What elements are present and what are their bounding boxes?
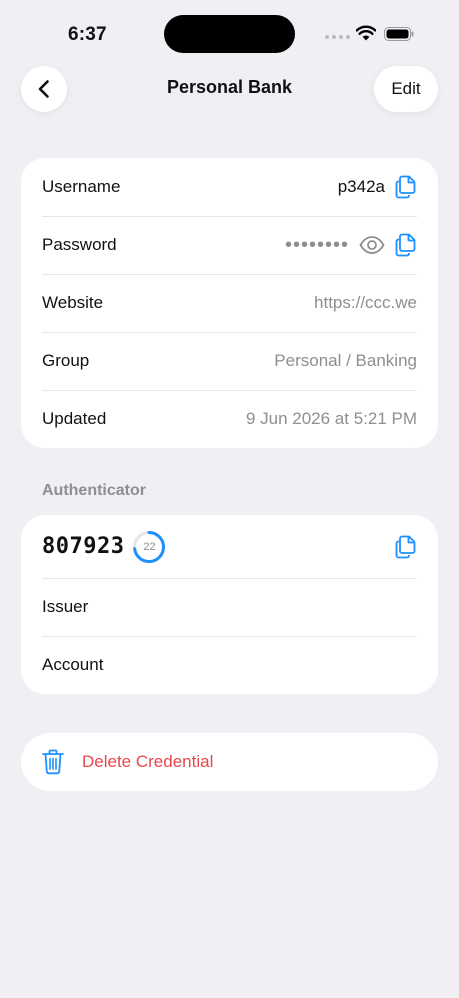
password-row: Password •••••••• <box>21 216 438 274</box>
updated-row: Updated 9 Jun 2026 at 5:21 PM <box>21 390 438 448</box>
otp-timer: 22 <box>132 530 166 564</box>
edit-button[interactable]: Edit <box>374 66 438 112</box>
username-row: Username p342a <box>21 158 438 216</box>
updated-value: 9 Jun 2026 at 5:21 PM <box>245 409 417 428</box>
username-label: Username <box>42 177 121 196</box>
account-row: Account <box>21 636 438 694</box>
wifi-icon <box>356 25 376 41</box>
status-bar: 6:37 <box>0 0 459 60</box>
otp-row: 807923 22 <box>21 515 438 578</box>
credential-details-card: Username p342a Password •••••••• Website… <box>21 158 438 448</box>
account-label: Account <box>42 655 104 674</box>
password-label: Password <box>42 235 117 254</box>
battery-icon <box>384 27 414 41</box>
status-time: 6:37 <box>68 24 107 45</box>
copy-username-icon[interactable] <box>395 175 417 199</box>
trash-icon <box>42 749 64 775</box>
authenticator-section-title: Authenticator <box>42 482 146 499</box>
issuer-label: Issuer <box>42 597 89 616</box>
copy-password-icon[interactable] <box>395 233 417 257</box>
authenticator-card: 807923 22 Issuer Account <box>21 515 438 694</box>
website-label: Website <box>42 293 104 312</box>
password-value: •••••••• <box>284 233 349 256</box>
dynamic-island <box>164 15 295 53</box>
group-value: Personal / Banking <box>274 351 417 370</box>
otp-code: 807923 <box>42 534 125 559</box>
group-label: Group <box>42 351 90 370</box>
username-value: p342a <box>337 177 385 196</box>
group-row: Group Personal / Banking <box>21 332 438 390</box>
website-row[interactable]: Website https://ccc.we <box>21 274 438 332</box>
delete-credential-label: Delete Credential <box>82 752 214 771</box>
otp-seconds: 22 <box>143 540 156 553</box>
website-value[interactable]: https://ccc.we <box>314 293 417 313</box>
updated-label: Updated <box>42 409 107 428</box>
issuer-row: Issuer <box>21 578 438 636</box>
copy-otp-icon[interactable] <box>395 535 417 559</box>
eye-icon[interactable] <box>359 235 385 255</box>
delete-credential-button[interactable]: Delete Credential <box>21 733 438 791</box>
cellular-signal-icon <box>325 35 350 39</box>
